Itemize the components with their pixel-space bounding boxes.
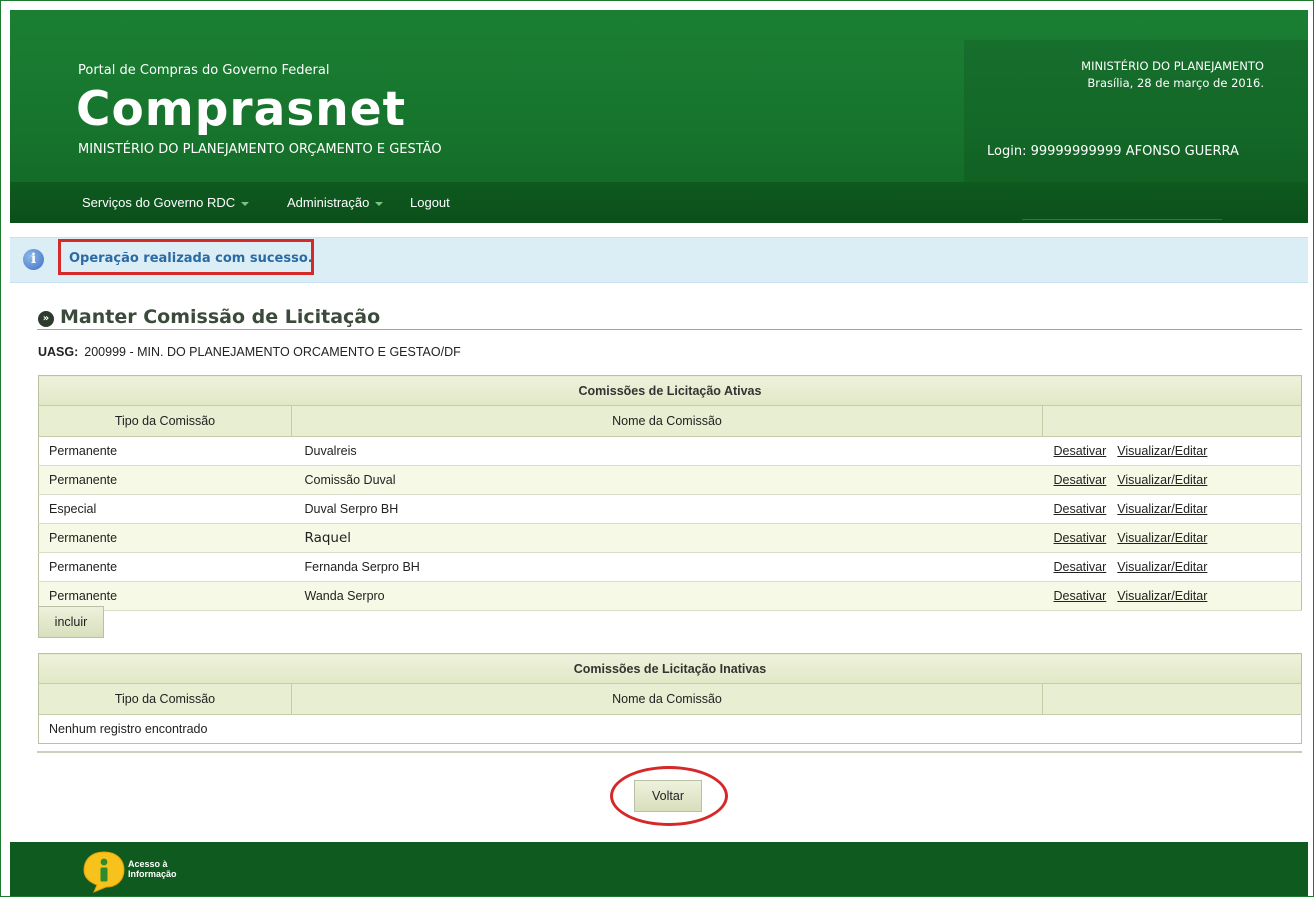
include-button[interactable]: incluir: [38, 606, 104, 638]
table-caption: Comissões de Licitação Inativas: [38, 653, 1302, 684]
uasg-value: 200999 - MIN. DO PLANEJAMENTO ORCAMENTO …: [84, 345, 461, 359]
nav-item-label: Logout: [410, 195, 450, 210]
inactive-commissions-table: Comissões de Licitação Inativas Tipo da …: [38, 653, 1302, 744]
acesso-line-1: Acesso à: [128, 859, 168, 869]
acesso-informacao-icon[interactable]: [80, 849, 128, 893]
ministry-name: MINISTÉRIO DO PLANEJAMENTO: [1081, 59, 1264, 73]
cell-actions: Desativar Visualizar/Editar: [1042, 494, 1302, 524]
acesso-informacao-label[interactable]: Acesso à Informação: [128, 859, 177, 879]
portal-label: Portal de Compras do Governo Federal: [78, 63, 330, 78]
chevron-down-icon: [375, 201, 384, 206]
view-edit-link[interactable]: Visualizar/Editar: [1117, 531, 1207, 545]
success-alert: i Operação realizada com sucesso.: [10, 237, 1308, 283]
acesso-line-2: Informação: [128, 869, 177, 879]
column-header-tipo: Tipo da Comissão: [38, 683, 292, 715]
deactivate-link[interactable]: Desativar: [1054, 473, 1107, 487]
column-header-actions: [1042, 683, 1302, 715]
deactivate-link[interactable]: Desativar: [1054, 502, 1107, 516]
table-row: Permanente Raquel Desativar Visualizar/Ed…: [38, 523, 1302, 553]
cell-nome: Fernanda Serpro BH: [291, 552, 1043, 582]
empty-message: Nenhum registro encontrado: [49, 722, 208, 736]
header-date: Brasília, 28 de março de 2016.: [1087, 76, 1264, 90]
deactivate-link[interactable]: Desativar: [1054, 560, 1107, 574]
column-header-actions: [1042, 405, 1302, 437]
view-edit-link[interactable]: Visualizar/Editar: [1117, 589, 1207, 603]
title-divider: [37, 329, 1302, 330]
cell-tipo: Permanente: [38, 523, 292, 553]
table-row: Especial Duval Serpro BH Desativar Visual…: [38, 494, 1302, 524]
ministry-info: MINISTÉRIO DO PLANEJAMENTO Brasília, 28 …: [1081, 58, 1264, 92]
nav-item-label: Administração: [287, 195, 370, 210]
table-row: Permanente Fernanda Serpro BH Desativar V…: [38, 552, 1302, 582]
nav-item-label: Serviços do Governo RDC: [82, 195, 236, 210]
site-header: Portal de Compras do Governo Federal Com…: [10, 10, 1308, 223]
alert-message: Operação realizada com sucesso.: [69, 251, 313, 266]
cell-actions: Desativar Visualizar/Editar: [1042, 436, 1302, 466]
view-edit-link[interactable]: Visualizar/Editar: [1117, 444, 1207, 458]
cell-tipo: Permanente: [38, 465, 292, 495]
table-row: Permanente Wanda Serpro Desativar Visuali…: [38, 581, 1302, 611]
login-info: Login: 99999999999 AFONSO GUERRA: [987, 144, 1239, 159]
cell-actions: Desativar Visualizar/Editar: [1042, 465, 1302, 495]
column-header-nome: Nome da Comissão: [291, 405, 1043, 437]
ministry-subtitle: MINISTÉRIO DO PLANEJAMENTO ORÇAMENTO E G…: [78, 142, 442, 157]
cell-nome: Comissão Duval: [291, 465, 1043, 495]
nav-divider: [1022, 219, 1222, 220]
table-row: Nenhum registro encontrado: [39, 715, 1302, 744]
page-title: » Manter Comissão de Licitação: [38, 306, 380, 328]
chevron-down-icon: [241, 201, 250, 206]
uasg-label: UASG:: [38, 345, 79, 359]
cell-tipo: Especial: [38, 494, 292, 524]
cell-actions: Desativar Visualizar/Editar: [1042, 523, 1302, 553]
active-commissions-table: Comissões de Licitação Ativas Tipo da Co…: [38, 375, 1302, 611]
cell-tipo: Permanente: [38, 436, 292, 466]
cell-nome: Duval Serpro BH: [291, 494, 1043, 524]
main-nav: Serviços do Governo RDC Administração Lo…: [10, 182, 1308, 223]
form-divider: [37, 751, 1302, 753]
uasg-info: UASG: 200999 - MIN. DO PLANEJAMENTO ORCAM…: [38, 345, 461, 359]
deactivate-link[interactable]: Desativar: [1054, 531, 1107, 545]
info-icon: i: [23, 249, 44, 270]
comprasnet-logo[interactable]: Comprasnet: [76, 82, 406, 137]
nav-item-logout[interactable]: Logout: [410, 195, 450, 210]
table-row: Permanente Comissão Duval Desativar Visua…: [38, 465, 1302, 495]
cell-actions: Desativar Visualizar/Editar: [1042, 581, 1302, 611]
chevron-right-icon: »: [38, 311, 54, 327]
deactivate-link[interactable]: Desativar: [1054, 444, 1107, 458]
cell-nome: Duvalreis: [291, 436, 1043, 466]
cell-actions: Desativar Visualizar/Editar: [1042, 552, 1302, 582]
table-caption: Comissões de Licitação Ativas: [38, 375, 1302, 406]
back-button[interactable]: Voltar: [634, 780, 702, 812]
cell-nome: Raquel: [291, 523, 1043, 553]
view-edit-link[interactable]: Visualizar/Editar: [1117, 473, 1207, 487]
column-header-nome: Nome da Comissão: [291, 683, 1043, 715]
deactivate-link[interactable]: Desativar: [1054, 589, 1107, 603]
column-header-tipo: Tipo da Comissão: [38, 405, 292, 437]
page-frame: Portal de Compras do Governo Federal Com…: [0, 0, 1314, 897]
page-title-text: Manter Comissão de Licitação: [60, 306, 381, 328]
nav-item-administracao[interactable]: Administração: [287, 195, 384, 210]
table-row: Permanente Duvalreis Desativar Visualizar…: [38, 436, 1302, 466]
cell-nome: Wanda Serpro: [291, 581, 1043, 611]
view-edit-link[interactable]: Visualizar/Editar: [1117, 502, 1207, 516]
site-footer: Acesso à Informação: [10, 842, 1308, 896]
nav-item-servicos[interactable]: Serviços do Governo RDC: [82, 195, 250, 210]
view-edit-link[interactable]: Visualizar/Editar: [1117, 560, 1207, 574]
cell-tipo: Permanente: [38, 552, 292, 582]
